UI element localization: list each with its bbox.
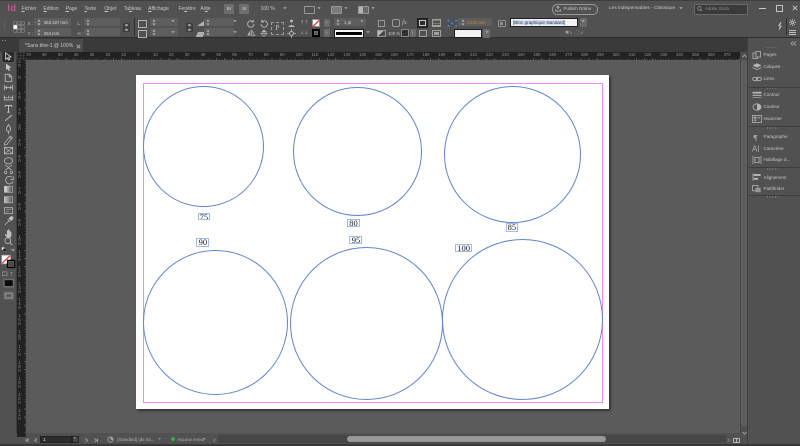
svg-text:¶: ¶ <box>753 133 757 141</box>
svg-text:A|: A| <box>752 144 759 152</box>
svg-text:T: T <box>10 272 13 278</box>
